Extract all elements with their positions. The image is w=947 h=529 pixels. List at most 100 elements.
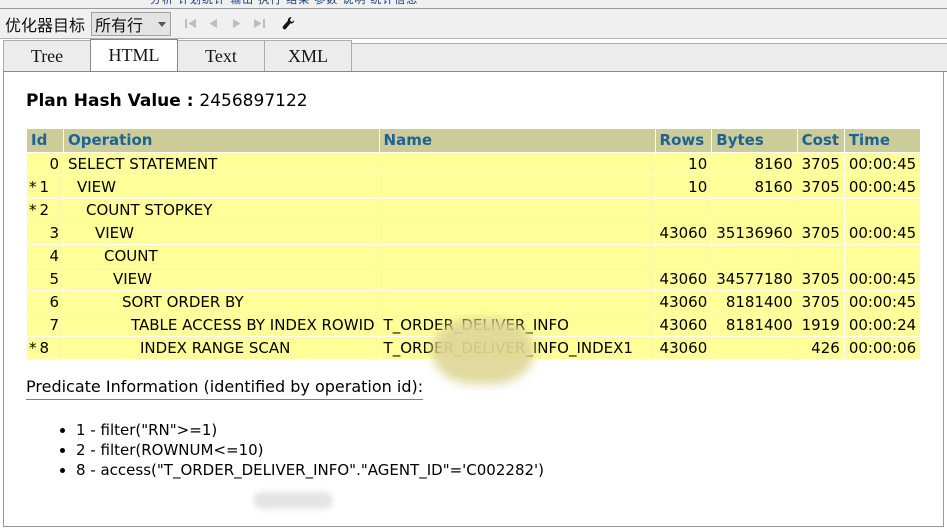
cell-name (379, 153, 655, 175)
cell-rows: 10 (655, 176, 712, 198)
column-header-time: Time (844, 129, 921, 152)
cell-time (844, 199, 921, 221)
predicate-information-list: 1 - filter("RN">=1)2 - filter(ROWNUM<=10… (4, 420, 943, 480)
cell-id: 0 (27, 153, 63, 175)
cell-time (844, 245, 921, 267)
cell-cost: 3705 (797, 291, 844, 313)
cell-bytes (712, 199, 797, 221)
cell-operation: TABLE ACCESS BY INDEX ROWID (64, 314, 379, 336)
cell-operation: VIEW (64, 268, 379, 290)
table-row[interactable]: 4 COUNT (27, 245, 921, 267)
cell-rows (655, 199, 712, 221)
last-record-icon[interactable] (252, 17, 266, 31)
tab-text-label: Text (205, 45, 237, 66)
chevron-down-icon (158, 21, 167, 27)
first-record-icon[interactable] (183, 17, 197, 31)
cell-id: 7 (27, 314, 63, 336)
table-row[interactable]: * 1 VIEW 10 8160 3705 00:00:45 (27, 176, 921, 198)
table-row[interactable]: * 8 INDEX RANGE SCAN T_ORDER_DELIVER_INFO_I… (27, 337, 921, 359)
cell-cost (797, 199, 844, 221)
cell-time: 00:00:45 (844, 291, 921, 313)
cell-rows: 43060 (655, 222, 712, 244)
table-row[interactable]: * 2 COUNT STOPKEY (27, 199, 921, 221)
cell-cost: 426 (797, 337, 844, 359)
plan-viewer-window: 分析 计划统计 输出 执行 结果 参数 说明 统计信息 优化器目标 所有行 Tr… (0, 0, 947, 529)
column-header-name: Name (379, 129, 655, 152)
cell-operation: VIEW (64, 222, 379, 244)
cell-rows: 43060 (655, 268, 712, 290)
cell-id-value: 2 (39, 200, 50, 219)
tab-text[interactable]: Text (177, 40, 265, 71)
cell-name: T_ORDER_DELIVER_INFO_INDEX1 (379, 337, 655, 359)
cell-operation: SORT ORDER BY (64, 291, 379, 313)
cell-cost: 3705 (797, 153, 844, 175)
cell-name: T_ORDER_DELIVER_INFO (379, 314, 655, 336)
cell-bytes (712, 245, 797, 267)
cell-id: 5 (27, 268, 63, 290)
wrench-icon[interactable] (280, 16, 296, 32)
cell-rows (655, 245, 712, 267)
cell-cost: 1919 (797, 314, 844, 336)
view-format-tabs: Tree HTML Text XML (3, 39, 947, 72)
cell-time: 00:00:06 (844, 337, 921, 359)
plan-hash-separator: : (180, 91, 200, 111)
cell-cost: 3705 (797, 176, 844, 198)
table-row[interactable]: 6 SORT ORDER BY 43060 8181400 3705 00:00:45 (27, 291, 921, 313)
column-header-operation: Operation (64, 129, 379, 152)
cell-cost: 3705 (797, 268, 844, 290)
cell-bytes: 8181400 (712, 314, 797, 336)
cell-id: 6 (27, 291, 63, 313)
predicate-item: 8 - access("T_ORDER_DELIVER_INFO"."AGENT… (76, 460, 943, 480)
cell-name (379, 291, 655, 313)
tab-tree[interactable]: Tree (3, 40, 91, 71)
table-row[interactable]: 7 TABLE ACCESS BY INDEX ROWID T_ORDER_DELI… (27, 314, 921, 336)
execution-plan-table: Id Operation Name Rows Bytes Cost Time 0… (26, 128, 922, 360)
cell-time: 00:00:45 (844, 176, 921, 198)
predicate-item: 2 - filter(ROWNUM<=10) (76, 440, 943, 460)
record-navigation-group (183, 16, 296, 32)
cell-time: 00:00:24 (844, 314, 921, 336)
tab-tree-label: Tree (30, 45, 64, 66)
cell-name (379, 222, 655, 244)
clipped-top-strip: 分析 计划统计 输出 执行 结果 参数 说明 统计信息 (0, 0, 947, 9)
cell-rows: 43060 (655, 314, 712, 336)
cell-time: 00:00:45 (844, 153, 921, 175)
tab-html[interactable]: HTML (90, 39, 178, 71)
cell-operation: INDEX RANGE SCAN (64, 337, 379, 359)
tab-html-label: HTML (108, 45, 160, 65)
plan-hash-number: 2456897122 (199, 91, 308, 111)
cell-bytes: 8181400 (712, 291, 797, 313)
table-row[interactable]: 5 VIEW 43060 34577180 3705 00:00:45 (27, 268, 921, 290)
cell-rows: 43060 (655, 291, 712, 313)
cell-name (379, 268, 655, 290)
cell-operation: COUNT STOPKEY (64, 199, 379, 221)
table-row[interactable]: 0 SELECT STATEMENT 10 8160 3705 00:00:45 (27, 153, 921, 175)
next-record-icon[interactable] (229, 17, 243, 31)
cell-id: * 2 (27, 199, 63, 221)
cell-bytes: 8160 (712, 153, 797, 175)
predicate-item: 1 - filter("RN">=1) (76, 420, 943, 440)
plan-table-header-row: Id Operation Name Rows Bytes Cost Time (27, 129, 921, 152)
previous-record-icon[interactable] (206, 17, 220, 31)
cell-bytes (712, 337, 797, 359)
predicate-information-title: Predicate Information (identified by ope… (26, 377, 424, 400)
optimizer-toolbar: 优化器目标 所有行 (0, 9, 947, 39)
tab-xml[interactable]: XML (264, 40, 352, 71)
column-header-id: Id (27, 129, 63, 152)
cell-rows: 10 (655, 153, 712, 175)
plan-hash-label: Plan Hash Value (26, 91, 181, 111)
table-row[interactable]: 3 VIEW 43060 35136960 3705 00:00:45 (27, 222, 921, 244)
cell-name (379, 245, 655, 267)
tab-xml-label: XML (288, 45, 328, 66)
column-header-bytes: Bytes (712, 129, 797, 152)
asterisk-marker: * (29, 177, 37, 196)
optimizer-goal-select[interactable]: 所有行 (91, 11, 172, 36)
cell-cost: 3705 (797, 222, 844, 244)
cell-time: 00:00:45 (844, 268, 921, 290)
asterisk-marker: * (29, 200, 37, 219)
html-plan-pane: Plan Hash Value : 2456897122 Id Operatio… (3, 72, 944, 527)
asterisk-marker: * (29, 338, 37, 357)
cell-id-value: 1 (39, 177, 50, 196)
cell-id: 3 (27, 222, 63, 244)
cell-id: * 8 (27, 337, 63, 359)
